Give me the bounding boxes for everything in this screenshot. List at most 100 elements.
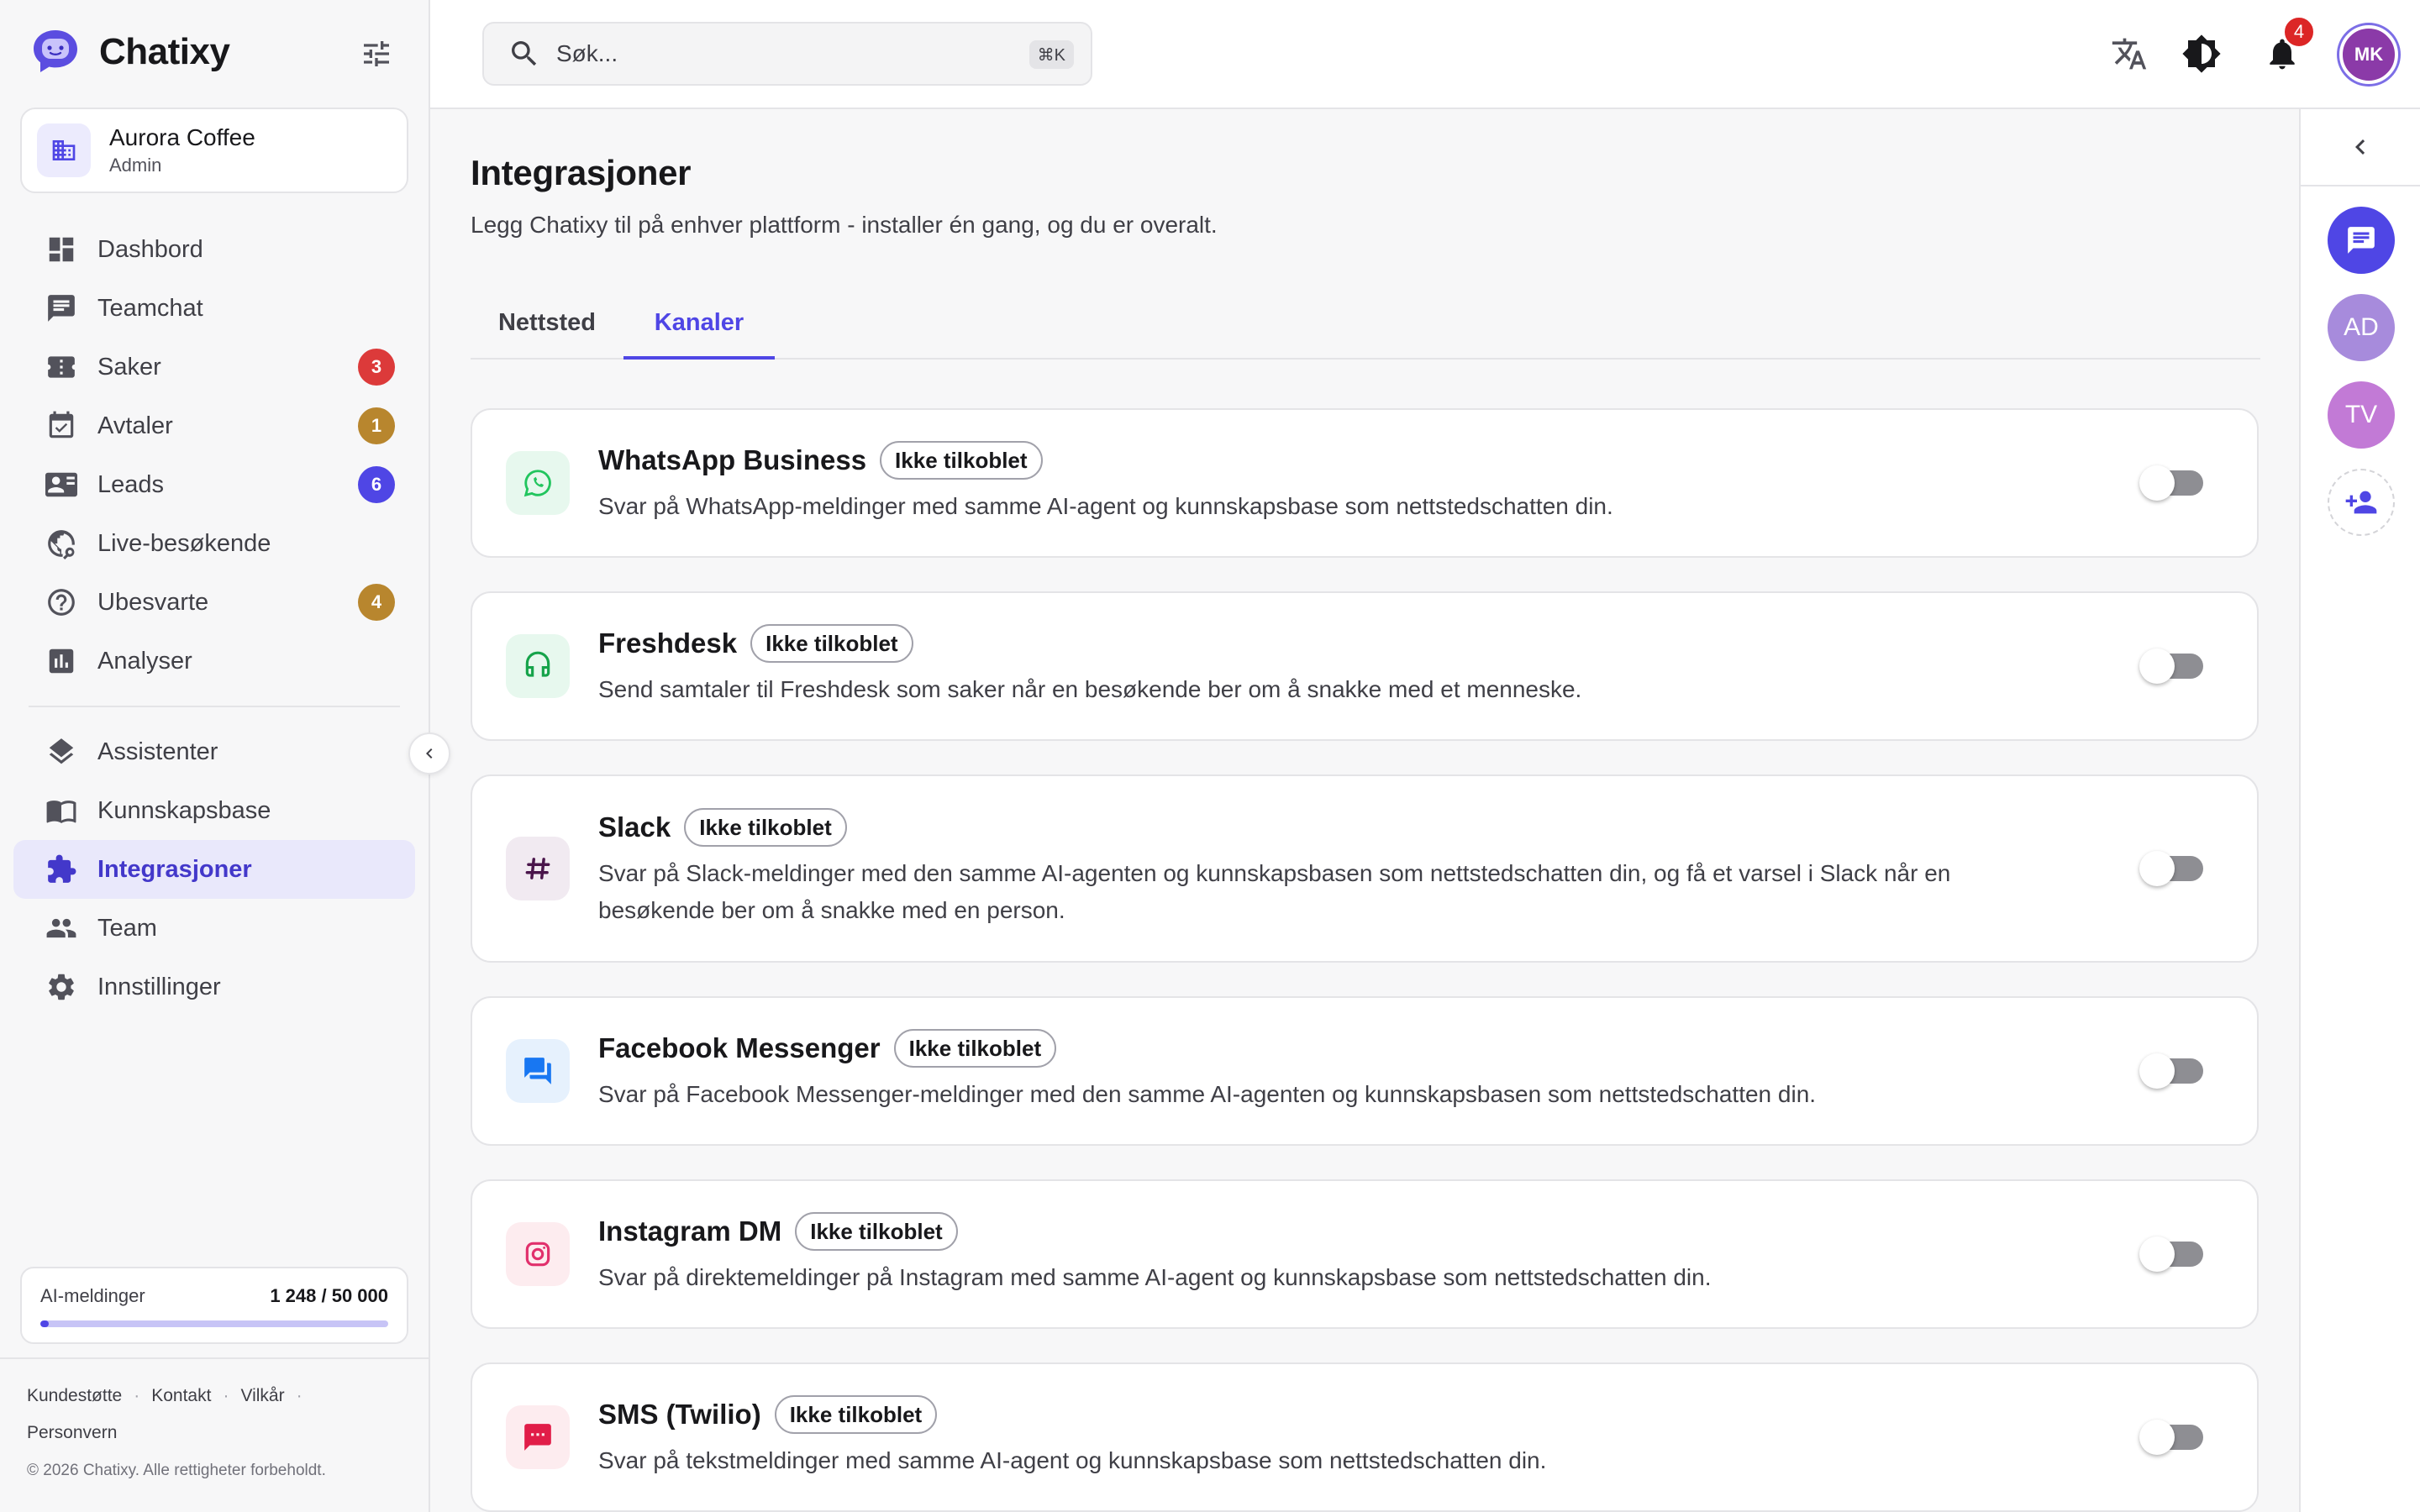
count-badge: 4 — [358, 584, 395, 621]
hashtag-icon — [506, 837, 570, 900]
search-box[interactable]: ⌘K — [482, 22, 1092, 86]
toggle-knob — [2139, 851, 2175, 886]
book-icon — [46, 801, 76, 824]
sidebar-item-integrasjoner[interactable]: Integrasjoner — [13, 840, 415, 899]
sidebar-item-label: Live-besøkende — [97, 529, 271, 557]
tab-bar: Nettsted Kanaler — [471, 302, 2260, 360]
add-member-button[interactable] — [2328, 469, 2395, 536]
integration-list: WhatsApp Business Ikke tilkoblet Svar på… — [471, 408, 2259, 1512]
status-badge: Ikke tilkoblet — [684, 808, 847, 847]
sidebar-item-leads[interactable]: Leads 6 — [13, 455, 415, 514]
integration-title: Slack — [598, 811, 671, 843]
integration-toggle[interactable] — [2139, 1053, 2203, 1089]
toggle-knob — [2139, 1420, 2175, 1455]
page-title: Integrasjoner — [471, 153, 692, 192]
integration-toggle[interactable] — [2139, 648, 2203, 684]
question-icon — [48, 589, 75, 616]
layers-icon — [49, 738, 74, 764]
rail-collapse-button[interactable] — [2301, 109, 2420, 186]
tune-icon[interactable] — [360, 37, 393, 71]
usage-progress-bar — [40, 1320, 388, 1327]
contact-card-icon — [45, 472, 77, 497]
right-rail: AD TV — [2299, 109, 2420, 1512]
footer-link-terms[interactable]: Vilkår — [240, 1386, 284, 1405]
sidebar-item-avtaler[interactable]: Avtaler 1 — [13, 396, 415, 455]
integration-toggle[interactable] — [2139, 465, 2203, 501]
footer-link-support[interactable]: Kundestøtte — [27, 1386, 122, 1405]
copyright: © 2026 Chatixy. Alle rettigheter forbeho… — [27, 1462, 326, 1479]
sidebar-item-analyser[interactable]: Analyser — [13, 632, 415, 690]
topbar: ⌘K 4 MK — [430, 0, 2420, 109]
collapse-sidebar-button[interactable] — [408, 732, 450, 774]
translate-icon — [2112, 38, 2147, 70]
sidebar-item-label: Ubesvarte — [97, 588, 209, 616]
sidebar-item-team[interactable]: Team — [13, 899, 415, 958]
theme-toggle-button[interactable] — [2181, 34, 2222, 74]
sidebar-item-label: Integrasjoner — [97, 855, 252, 883]
nav-divider — [29, 706, 400, 707]
messenger-icon — [506, 1039, 570, 1103]
headset-icon — [506, 634, 570, 698]
integration-toggle[interactable] — [2139, 1420, 2203, 1455]
user-avatar[interactable]: MK — [2339, 25, 2398, 84]
search-input[interactable] — [556, 40, 993, 67]
footer-link-contact[interactable]: Kontakt — [151, 1386, 211, 1405]
integration-title: Facebook Messenger — [598, 1032, 881, 1063]
sidebar-item-innstillinger[interactable]: Innstillinger — [13, 958, 415, 1016]
integration-toggle[interactable] — [2139, 851, 2203, 886]
sidebar-item-label: Analyser — [97, 647, 192, 675]
chatixy-logo-icon — [34, 30, 77, 72]
integration-description: Svar på WhatsApp-meldinger med samme AI-… — [598, 493, 1613, 519]
status-badge: Ikke tilkoblet — [893, 1029, 1057, 1068]
toggle-knob — [2139, 1053, 2175, 1089]
sidebar-item-label: Kunnskapsbase — [97, 796, 271, 824]
sidebar-item-label: Innstillinger — [97, 973, 221, 1000]
integration-description: Send samtaler til Freshdesk som saker nå… — [598, 676, 1582, 702]
integration-card-freshdesk: Freshdesk Ikke tilkoblet Send samtaler t… — [471, 591, 2259, 741]
sidebar-item-dashbord[interactable]: Dashbord — [13, 220, 415, 279]
integration-description: Svar på Slack-meldinger med den samme AI… — [598, 860, 1951, 923]
integration-description: Svar på direktemeldinger på Instagram me… — [598, 1264, 1712, 1290]
sidebar-item-teamchat[interactable]: Teamchat — [13, 279, 415, 338]
sidebar-item-saker[interactable]: Saker 3 — [13, 338, 415, 396]
status-badge: Ikke tilkoblet — [880, 441, 1043, 480]
instagram-icon — [506, 1222, 570, 1286]
toggle-knob — [2139, 1236, 2175, 1272]
notifications-button[interactable]: 4 — [2262, 15, 2316, 74]
integration-title: Freshdesk — [598, 627, 738, 659]
usage-progress-fill — [40, 1320, 50, 1327]
chat-bubble-icon — [2348, 227, 2375, 254]
sidebar-item-label: Leads — [97, 470, 165, 498]
integration-toggle[interactable] — [2139, 1236, 2203, 1272]
analytics-icon — [49, 648, 74, 674]
open-chat-button[interactable] — [2328, 207, 2395, 274]
visitors-icon — [48, 530, 75, 559]
building-icon — [37, 123, 91, 177]
translate-button[interactable] — [2109, 34, 2149, 74]
integration-card-instagram: Instagram DM Ikke tilkoblet Svar på dire… — [471, 1179, 2259, 1329]
sidebar-item-label: Dashbord — [97, 235, 203, 263]
sidebar-item-live-besokende[interactable]: Live-besøkende — [13, 514, 415, 573]
sidebar-item-kunnskapsbase[interactable]: Kunnskapsbase — [13, 781, 415, 840]
tab-nettsted[interactable]: Nettsted — [471, 302, 623, 360]
usage-value: 1 248 / 50 000 — [270, 1285, 388, 1306]
integration-card-facebook-messenger: Facebook Messenger Ikke tilkoblet Svar p… — [471, 996, 2259, 1146]
integration-title: WhatsApp Business — [598, 444, 867, 475]
brand[interactable]: Chatixy — [30, 27, 230, 77]
team-member-avatar[interactable]: AD — [2328, 294, 2395, 361]
brand-name: Chatixy — [99, 31, 230, 72]
sidebar-item-label: Assistenter — [97, 738, 218, 765]
status-badge: Ikke tilkoblet — [774, 1395, 938, 1434]
sidebar-item-ubesvarte[interactable]: Ubesvarte 4 — [13, 573, 415, 632]
team-member-avatar[interactable]: TV — [2328, 381, 2395, 449]
toggle-knob — [2139, 648, 2175, 684]
integration-card-slack: Slack Ikke tilkoblet Svar på Slack-meldi… — [471, 774, 2259, 963]
tab-kanaler[interactable]: Kanaler — [623, 302, 775, 360]
sidebar-item-label: Avtaler — [97, 412, 173, 439]
status-badge: Ikke tilkoblet — [750, 624, 913, 663]
sidebar-item-assistenter[interactable]: Assistenter — [13, 722, 415, 781]
org-switcher[interactable]: Aurora Coffee Admin — [20, 108, 408, 193]
count-badge: 1 — [358, 407, 395, 444]
footer-link-privacy[interactable]: Personvern — [27, 1423, 117, 1442]
usage-label: AI-meldinger — [40, 1285, 145, 1306]
